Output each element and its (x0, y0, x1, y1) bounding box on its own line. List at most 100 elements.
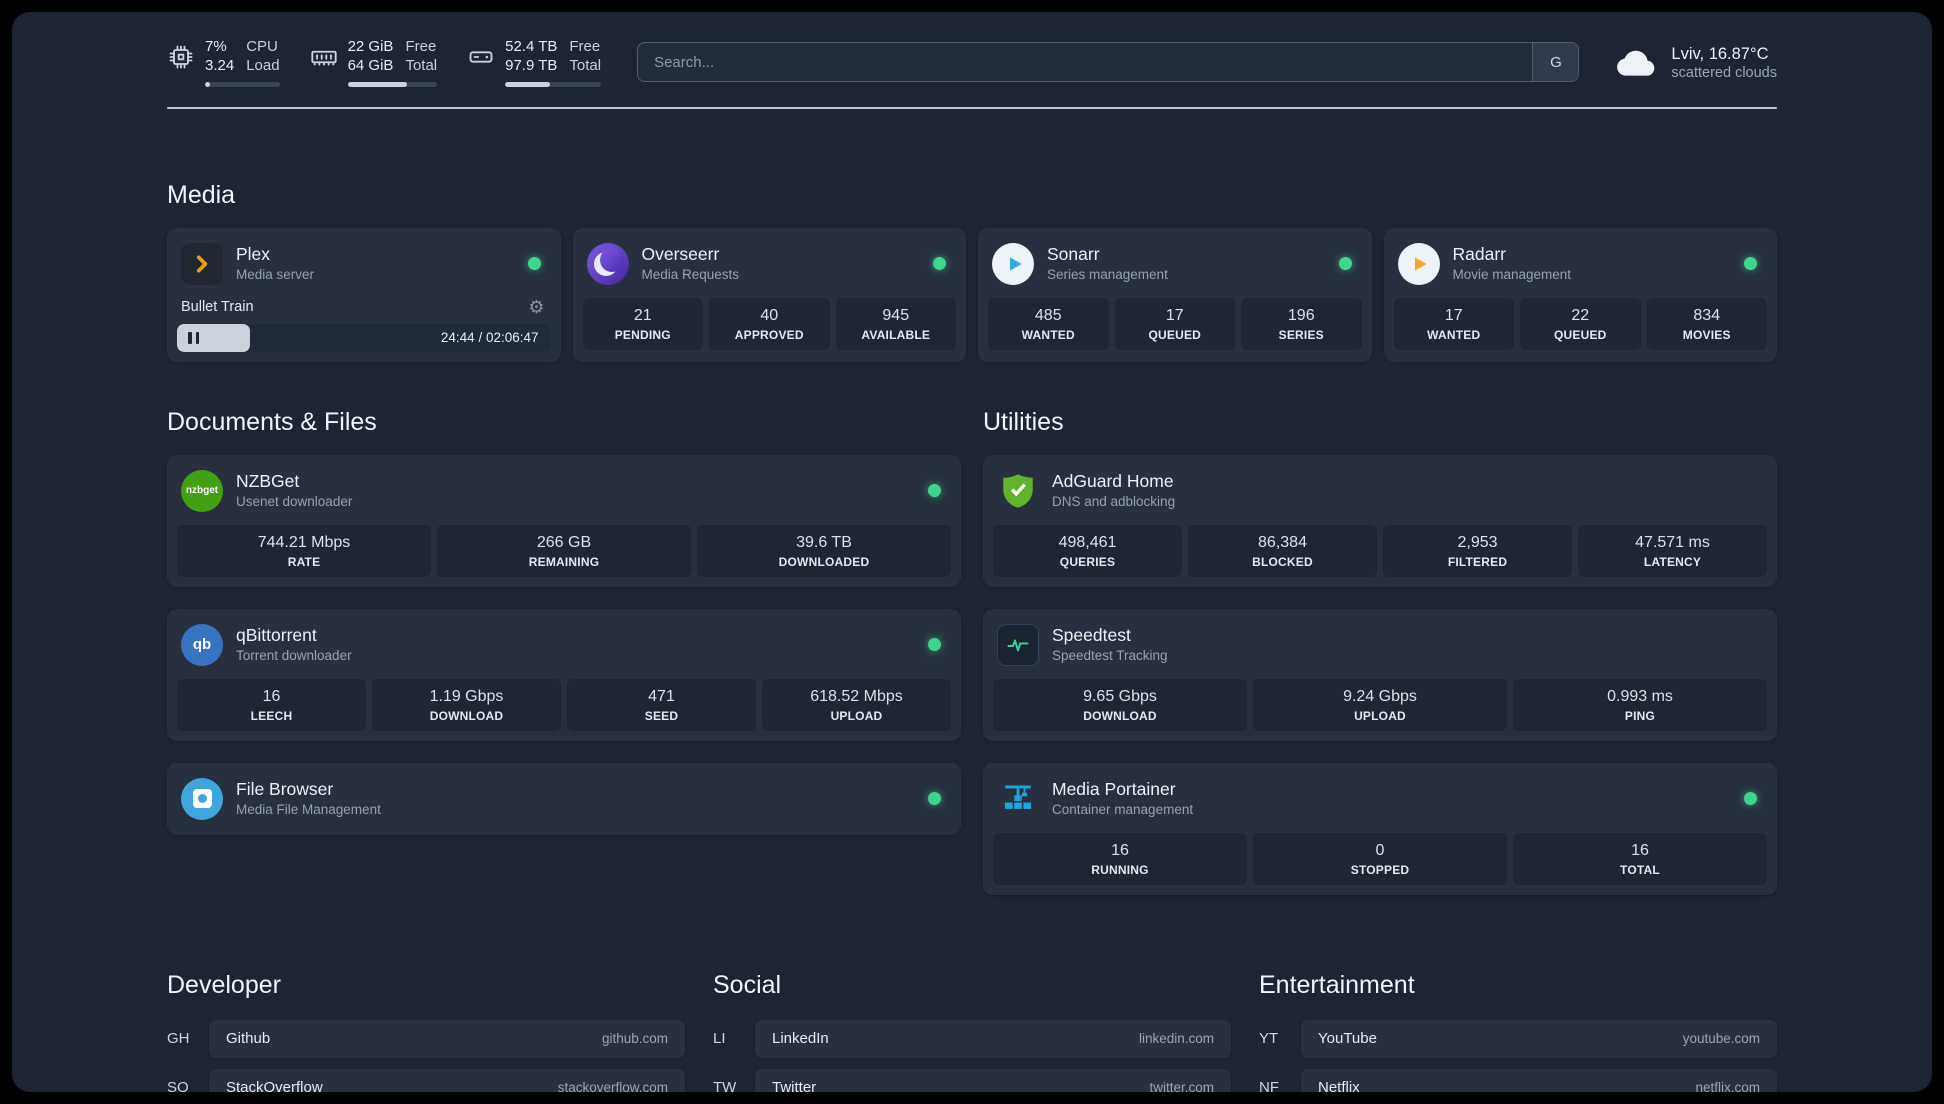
service-description: Media File Management (236, 802, 381, 818)
service-description: Series management (1047, 267, 1168, 283)
service-card-portainer[interactable]: Media Portainer Container management 16 … (983, 762, 1777, 895)
stat-label: APPROVED (734, 327, 804, 342)
service-description: DNS and adblocking (1052, 494, 1176, 510)
stat-tile: 485 WANTED (988, 297, 1109, 350)
search-provider-button[interactable]: G (1532, 43, 1579, 82)
bookmark-group-developer: Developer GH Github github.com SO StackO… (167, 971, 685, 1092)
plex-icon (181, 242, 223, 285)
stat-value: 744.21 Mbps (257, 533, 351, 551)
disk-free-label: Free (569, 38, 601, 55)
stat-value: 0 (1375, 841, 1385, 859)
stat-label: RATE (287, 554, 321, 569)
weather-widget: Lviv, 16.87°C scattered clouds (1613, 44, 1777, 81)
bookmark-group-entertainment: Entertainment YT YouTube youtube.com NF … (1259, 971, 1777, 1092)
stat-label: DOWNLOAD (1083, 708, 1157, 723)
bookmark-link-stackoverflow[interactable]: StackOverflow stackoverflow.com (209, 1068, 685, 1092)
bookmark-link-netflix[interactable]: Netflix netflix.com (1301, 1068, 1777, 1092)
bookmark-link-youtube[interactable]: YouTube youtube.com (1301, 1019, 1777, 1058)
stat-value: 86,384 (1258, 533, 1307, 551)
nzbget-icon-text: nzbget (185, 485, 219, 496)
stat-label: QUEUED (1148, 327, 1202, 342)
stat-value: 22 (1571, 306, 1590, 324)
stat-label: FILTERED (1447, 554, 1508, 569)
stat-value: 17 (1165, 306, 1184, 324)
stat-value: 16 (1111, 841, 1129, 859)
pause-icon[interactable] (188, 331, 199, 344)
service-card-adguard[interactable]: AdGuard Home DNS and adblocking 498,461 … (983, 454, 1777, 587)
nzbget-icon: nzbget (181, 469, 223, 512)
service-card-qbittorrent[interactable]: qb qBittorrent Torrent downloader 16 LEE… (167, 608, 961, 741)
bookmark-abbr: TW (713, 1079, 737, 1092)
cpu-progress-fill (205, 81, 211, 87)
stat-value: 471 (648, 687, 675, 705)
bookmark-link-github[interactable]: Github github.com (209, 1019, 685, 1058)
stat-label: TOTAL (1620, 862, 1660, 877)
bookmark-row: LI LinkedIn linkedin.com (713, 1019, 1231, 1058)
stat-tile: 39.6 TB DOWNLOADED (697, 524, 951, 577)
service-card-radarr[interactable]: Radarr Movie management 17 WANTED 22 QUE… (1383, 227, 1777, 362)
stat-tile: 834 MOVIES (1646, 297, 1767, 350)
stat-label: RUNNING (1091, 862, 1149, 877)
stat-label: LATENCY (1643, 554, 1702, 569)
bookmark-url: youtube.com (1682, 1031, 1760, 1046)
service-card-overseerr[interactable]: Overseerr Media Requests 21 PENDING 40 A… (572, 227, 966, 362)
stat-value: 9.65 Gbps (1083, 687, 1157, 705)
resource-widgets: 7% 3.24 CPU Load 22 GiB 64 GiB Free Tota… (167, 38, 602, 87)
filebrowser-icon (181, 777, 223, 820)
service-card-speedtest[interactable]: Speedtest Speedtest Tracking 9.65 Gbps D… (983, 608, 1777, 741)
stat-value: 9.24 Gbps (1343, 687, 1417, 705)
speedtest-icon (997, 623, 1039, 666)
bookmark-link-twitter[interactable]: Twitter twitter.com (755, 1068, 1231, 1092)
service-name: Overseerr (641, 244, 720, 265)
stat-tile: 0 STOPPED (1253, 832, 1507, 885)
stat-tile: 2,953 FILTERED (1383, 524, 1572, 577)
service-description: Torrent downloader (236, 648, 352, 664)
radarr-icon (1397, 242, 1440, 285)
stat-label: DOWNLOADED (778, 554, 870, 569)
search-bar[interactable]: G (637, 42, 1580, 83)
qbittorrent-icon-text: qb (192, 636, 212, 653)
service-card-plex[interactable]: Plex Media server Bullet Train ⚙ 24:44 /… (167, 227, 561, 362)
top-bar: 7% 3.24 CPU Load 22 GiB 64 GiB Free Tota… (167, 38, 1777, 87)
section-utilities: Utilities AdGuard Home DNS and adblockin… (983, 408, 1777, 895)
gear-icon[interactable]: ⚙ (528, 298, 544, 316)
bookmark-abbr: LI (713, 1030, 726, 1047)
stat-tile: 21 PENDING (582, 297, 703, 350)
bookmark-row: GH Github github.com (167, 1019, 685, 1058)
stat-label: WANTED (1021, 327, 1075, 342)
disk-total-value: 97.9 TB (505, 56, 558, 74)
stat-tile: 47.571 ms LATENCY (1578, 524, 1767, 577)
memory-icon (310, 43, 338, 71)
memory-progress-fill (347, 81, 407, 87)
bookmark-link-linkedin[interactable]: LinkedIn linkedin.com (755, 1019, 1231, 1058)
stat-tile: 17 WANTED (1393, 297, 1514, 350)
service-card-sonarr[interactable]: Sonarr Series management 485 WANTED 17 Q… (978, 227, 1372, 362)
stat-tile: 744.21 Mbps RATE (177, 524, 431, 577)
search-input[interactable] (638, 43, 1533, 82)
disk-progress-fill (505, 81, 551, 87)
bookmark-name: Twitter (772, 1079, 817, 1092)
bookmark-name: Netflix (1318, 1079, 1360, 1092)
service-name: NZBGet (236, 471, 300, 492)
sonarr-icon (992, 242, 1034, 285)
section-title-documents: Documents & Files (167, 407, 377, 436)
adguard-icon (997, 470, 1039, 512)
service-name: Speedtest (1052, 625, 1131, 646)
weather-condition: scattered clouds (1671, 64, 1777, 81)
service-card-nzbget[interactable]: nzbget NZBGet Usenet downloader 744.21 M… (167, 454, 961, 587)
bookmark-name: YouTube (1318, 1030, 1377, 1047)
stat-value: 47.571 ms (1635, 533, 1710, 551)
stat-tile: 498,461 QUERIES (993, 524, 1182, 577)
stat-label: WANTED (1427, 327, 1481, 342)
service-card-filebrowser[interactable]: File Browser Media File Management (167, 762, 961, 835)
stat-tile: 9.24 Gbps UPLOAD (1253, 678, 1507, 731)
stat-label: UPLOAD (1354, 708, 1406, 723)
bookmark-name: Github (226, 1030, 271, 1047)
memory-total-label: Total (405, 56, 438, 74)
stat-tile: 0.993 ms PING (1513, 678, 1767, 731)
stat-label: QUERIES (1059, 554, 1116, 569)
service-description: Container management (1052, 802, 1194, 818)
service-name: File Browser (236, 779, 334, 800)
bookmark-url: stackoverflow.com (557, 1080, 668, 1092)
playback-progressbar[interactable]: 24:44 / 02:06:47 (177, 323, 551, 352)
